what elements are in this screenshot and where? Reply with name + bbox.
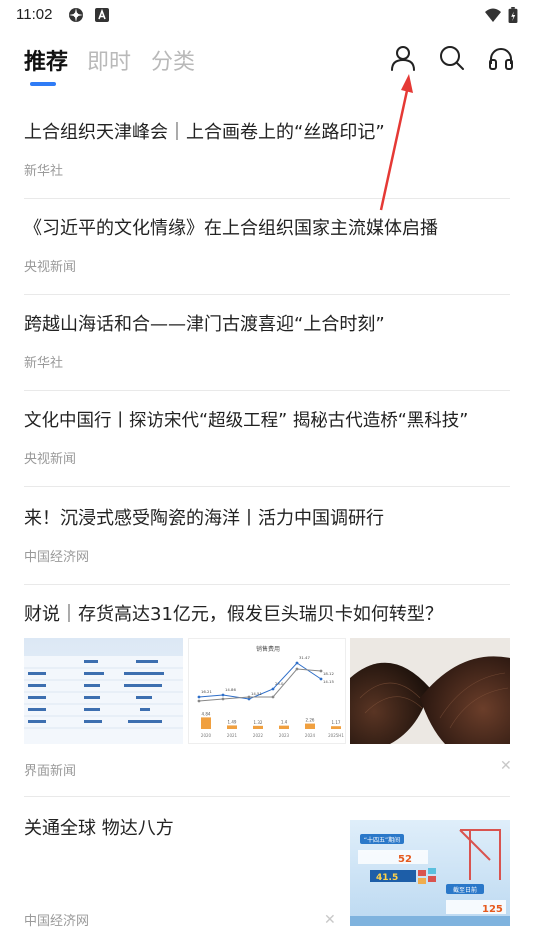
app-notification-icon: [69, 8, 83, 22]
chart-bar-label: 1.17: [332, 720, 341, 725]
news-thumbnail-chart[interactable]: 销售费用 4.84 2020 1.49 2021 1.32 2022 1.4 2023 2.26…: [188, 638, 346, 744]
news-source: 界面新闻: [24, 764, 77, 779]
news-source: 新华社: [24, 356, 64, 371]
news-thumbnails[interactable]: 销售费用 4.84 2020 1.49 2021 1.32 2022 1.4 2023 2.26…: [24, 638, 510, 744]
status-bar: 11:02: [0, 0, 534, 30]
news-thumbnail-photo[interactable]: [350, 638, 510, 744]
news-title[interactable]: 关通全球 物达八方: [24, 816, 174, 842]
status-time: 11:02: [16, 6, 53, 23]
dismiss-icon[interactable]: ✕: [324, 912, 336, 928]
news-source: 央视新闻: [24, 452, 77, 467]
chart-point: [221, 697, 225, 701]
infographic-tag: 截至日前: [453, 886, 477, 894]
news-item[interactable]: 关通全球 物达八方 中国经济网 ✕ “十四五”期间 52 41.5 截至日前 1…: [24, 796, 510, 948]
chart-line-label: 14.86: [225, 687, 236, 692]
infographic-number-2: 41.5: [376, 873, 398, 883]
news-thumbnail-table[interactable]: [24, 638, 183, 744]
chart-bar-label: 1.49: [228, 719, 237, 724]
chart-bar: [253, 725, 263, 729]
news-item[interactable]: 来！沉浸式感受陶瓷的海洋丨活力中国调研行 中国经济网: [24, 486, 510, 585]
chart-bar-label: 1.32: [254, 720, 263, 725]
thumbnail-chart-title: 销售费用: [256, 645, 280, 653]
chart-x-label: 2025H1: [328, 733, 344, 738]
search-icon[interactable]: [438, 44, 466, 72]
chart-line: [198, 668, 322, 702]
news-source: 中国经济网: [24, 914, 90, 929]
tab-category[interactable]: 分类: [151, 44, 195, 76]
news-title[interactable]: 文化中国行丨探访宋代“超级工程” 揭秘古代造桥“黑科技”: [24, 408, 468, 434]
chart-point: [271, 695, 275, 699]
chart-line-label: 16.21: [201, 689, 212, 694]
chart-point: [295, 667, 299, 671]
news-item[interactable]: 上合组织天津峰会｜上合画卷上的“丝路印记” 新华社: [24, 110, 510, 199]
headphones-icon[interactable]: [487, 44, 515, 72]
chart-point: [197, 695, 201, 699]
news-title[interactable]: 财说｜存货高达31亿元，假发巨头瑞贝卡如何转型？: [24, 602, 443, 628]
chart-bar-label: 2.26: [306, 718, 315, 723]
chart-bar: [227, 725, 237, 729]
infographic-number-3: 125: [482, 904, 503, 915]
news-source: 央视新闻: [24, 260, 77, 275]
news-item[interactable]: 文化中国行丨探访宋代“超级工程” 揭秘古代造桥“黑科技” 央视新闻: [24, 390, 510, 487]
chart-bar-label: 4.84: [202, 711, 211, 716]
chart-point: [247, 695, 251, 699]
user-icon[interactable]: [389, 44, 417, 72]
chart-x-label: 2020: [201, 733, 212, 738]
active-tab-indicator: [30, 82, 56, 86]
chart-line-label: 31.47: [299, 655, 310, 660]
chart-x-label: 2021: [227, 733, 238, 738]
infographic-number-1: 52: [398, 854, 412, 865]
news-title[interactable]: 《习近平的文化情缘》在上合组织国家主流媒体启播: [24, 216, 438, 242]
news-item[interactable]: 跨越山海话和合——津门古渡喜迎“上合时刻” 新华社: [24, 294, 510, 391]
news-title[interactable]: 跨越山海话和合——津门古渡喜迎“上合时刻”: [24, 312, 385, 338]
chart-bar-label: 1.4: [281, 720, 288, 725]
chart-line-label: 14.51: [251, 691, 262, 696]
chart-line-label: 14.15: [323, 679, 334, 684]
chart-x-label: 2023: [279, 733, 290, 738]
news-source: 新华社: [24, 164, 64, 179]
chart-point: [319, 677, 323, 681]
news-title[interactable]: 上合组织天津峰会｜上合画卷上的“丝路印记”: [24, 120, 385, 146]
chart-point: [271, 687, 275, 691]
chart-point: [319, 669, 323, 673]
chart-bar: [279, 725, 289, 729]
chart-bar: [305, 723, 315, 729]
news-item[interactable]: 财说｜存货高达31亿元，假发巨头瑞贝卡如何转型？ 销售费用 4.84 2020 …: [24, 584, 512, 797]
chart-point: [221, 693, 225, 697]
tab-instant[interactable]: 即时: [87, 44, 131, 76]
chart-line-label: 23.0: [275, 681, 284, 686]
a-notification-icon: [95, 8, 109, 22]
news-source: 中国经济网: [24, 550, 90, 565]
news-thumbnail-infographic[interactable]: “十四五”期间 52 41.5 截至日前 125: [350, 820, 510, 926]
dismiss-icon[interactable]: ✕: [500, 758, 512, 774]
tab-recommend[interactable]: 推荐: [24, 44, 68, 76]
chart-x-label: 2024: [305, 733, 316, 738]
wifi-icon: [485, 8, 501, 22]
news-title[interactable]: 来！沉浸式感受陶瓷的海洋丨活力中国调研行: [24, 506, 384, 532]
news-item[interactable]: 《习近平的文化情缘》在上合组织国家主流媒体启播 央视新闻: [24, 198, 510, 295]
chart-x-label: 2022: [253, 733, 264, 738]
chart-point: [197, 699, 201, 703]
chart-bar: [201, 717, 211, 729]
infographic-badge: “十四五”期间: [364, 836, 400, 844]
battery-icon: [508, 7, 518, 23]
chart-line-label: 18.12: [323, 671, 334, 676]
chart-point: [295, 661, 299, 665]
chart-bar: [331, 726, 341, 729]
